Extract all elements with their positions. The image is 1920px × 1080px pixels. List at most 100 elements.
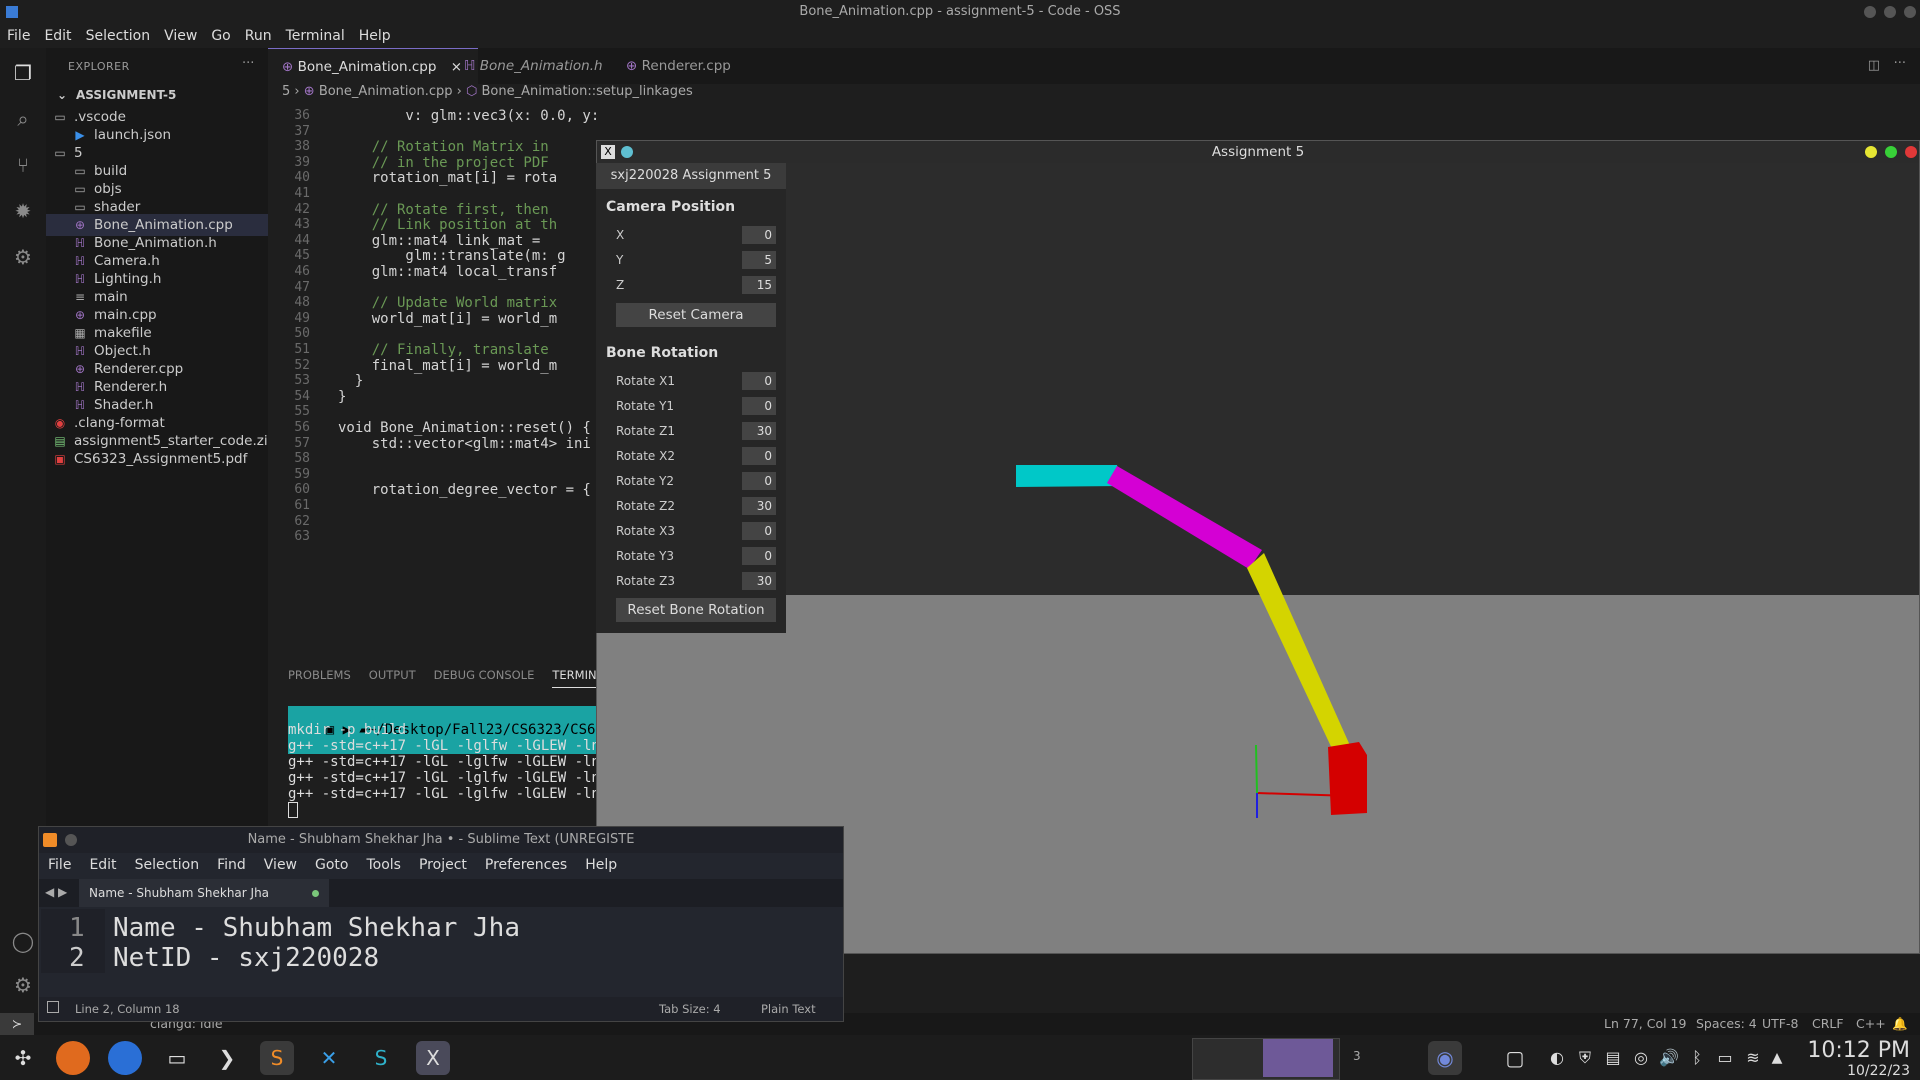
app-launcher-icon[interactable]: ✣: [6, 1041, 40, 1075]
imgui-panel-title[interactable]: sxj220028 Assignment 5: [596, 163, 786, 189]
tab-output[interactable]: OUTPUT: [369, 662, 416, 688]
search-icon[interactable]: ⌕: [10, 106, 36, 132]
debug-icon[interactable]: ✹: [10, 198, 36, 224]
menu-terminal[interactable]: Terminal: [279, 26, 352, 48]
chromium-icon[interactable]: [108, 1041, 142, 1075]
menu-view[interactable]: View: [157, 26, 204, 48]
sublime-menu-bar: File Edit Selection Find View Goto Tools…: [39, 853, 626, 877]
camera-value-input[interactable]: 15: [742, 276, 776, 294]
menu-view[interactable]: View: [255, 853, 306, 877]
sublime-taskbar-icon[interactable]: S: [260, 1041, 294, 1075]
encoding[interactable]: UTF-8: [1762, 1016, 1798, 1031]
split-editor-icon[interactable]: ◫: [1868, 58, 1880, 73]
bones-value-input[interactable]: 30: [742, 572, 776, 590]
minimize-button[interactable]: [1865, 146, 1877, 158]
menu-run[interactable]: Run: [238, 26, 279, 48]
code-editor[interactable]: 36 v: glm::vec3(x: 0.0, y: 0.0, z: 1.0))…: [268, 104, 598, 660]
terminal-line: g++ -std=c++17 -lGL -lglfw -lGLEW -lna: [288, 770, 598, 786]
close-button[interactable]: [1904, 6, 1916, 18]
source-control-icon[interactable]: ⑂: [10, 152, 36, 178]
maximize-button[interactable]: [1884, 6, 1896, 18]
terminal[interactable]: ▣ ▶ ▰~/Desktop/Fall23/CS6323/CS6323- mkd…: [268, 700, 598, 830]
menu-file[interactable]: File: [0, 26, 37, 48]
terminal-icon[interactable]: ❯: [210, 1041, 244, 1075]
camera-value-input[interactable]: 5: [742, 251, 776, 269]
tray-expand-icon[interactable]: ▲: [1760, 1041, 1794, 1075]
sublime-tab-bar: ◀ ▶ Name - Shubham Shekhar Jha: [39, 879, 843, 907]
show-desktop-icon[interactable]: ▢: [1498, 1041, 1532, 1075]
remote-icon[interactable]: ≻: [0, 1013, 34, 1035]
x-app-taskbar-icon[interactable]: X: [416, 1041, 450, 1075]
menu-selection[interactable]: Selection: [79, 26, 158, 48]
more-actions-icon[interactable]: ···: [1894, 56, 1906, 71]
sxiv-icon[interactable]: S: [364, 1041, 398, 1075]
bones-value-input[interactable]: 0: [742, 522, 776, 540]
bones-value-input[interactable]: 30: [742, 497, 776, 515]
project-root[interactable]: ⌄ ASSIGNMENT-5: [54, 84, 176, 106]
bones-value-input[interactable]: 0: [742, 472, 776, 490]
reset-camera-button[interactable]: Reset Camera: [616, 303, 776, 327]
menu-preferences[interactable]: Preferences: [476, 853, 576, 877]
menu-edit[interactable]: Edit: [37, 26, 78, 48]
tab-renderer-cpp[interactable]: ⊕ Renderer.cpp: [612, 48, 770, 84]
code-line: // Finally, translate: [338, 342, 549, 358]
tab-bone-animation-h[interactable]: ℍ Bone_Animation.h: [450, 48, 630, 84]
firefox-icon[interactable]: [56, 1041, 90, 1075]
settings-gear-icon[interactable]: ⚙: [10, 972, 36, 998]
discord-icon[interactable]: ◉: [1428, 1041, 1462, 1075]
sublime-tab[interactable]: Name - Shubham Shekhar Jha: [79, 879, 330, 907]
menu-selection[interactable]: Selection: [126, 853, 209, 877]
tree-item[interactable]: ▣ CS6323_Assignment5.pdf: [46, 448, 274, 470]
line-ending[interactable]: CRLF: [1812, 1016, 1844, 1031]
bones-value-input[interactable]: 30: [742, 422, 776, 440]
tab-terminal[interactable]: TERMIN: [552, 662, 597, 688]
menu-goto[interactable]: Goto: [306, 853, 357, 877]
line-number: 60: [294, 482, 310, 498]
menu-file[interactable]: File: [39, 853, 80, 877]
account-icon[interactable]: ◯: [10, 928, 36, 954]
close-button[interactable]: [1905, 146, 1917, 158]
bones-value-input[interactable]: 0: [742, 397, 776, 415]
syntax-mode[interactable]: Plain Text: [761, 1002, 816, 1016]
menu-help[interactable]: Help: [352, 26, 398, 48]
menu-project[interactable]: Project: [410, 853, 476, 877]
notifications-icon[interactable]: 🔔: [1892, 1016, 1908, 1032]
editor-tab-bar: ⊕ Bone_Animation.cpp × ℍ Bone_Animation.…: [268, 48, 1920, 85]
clock[interactable]: 10:12 PM 10/22/23: [1807, 1038, 1910, 1079]
maximize-button[interactable]: [1885, 146, 1897, 158]
indentation[interactable]: Spaces: 4: [1696, 1016, 1757, 1031]
menu-go[interactable]: Go: [204, 26, 237, 48]
camera-value-input[interactable]: 0: [742, 226, 776, 244]
menu-find[interactable]: Find: [208, 853, 255, 877]
vscode-taskbar-icon[interactable]: ✕: [312, 1041, 346, 1075]
workspace-pager[interactable]: 3: [1192, 1038, 1361, 1080]
menu-tools[interactable]: Tools: [357, 853, 410, 877]
bones-value-input[interactable]: 0: [742, 372, 776, 390]
gl-window-titlebar[interactable]: X Assignment 5: [597, 141, 1919, 163]
bones-value-input[interactable]: 0: [742, 547, 776, 565]
code-line: world_mat[i] = world_m: [338, 310, 558, 327]
nav-arrows-icon[interactable]: ◀ ▶: [45, 885, 67, 899]
panel-toggle-icon[interactable]: [47, 1001, 59, 1013]
file-manager-icon[interactable]: ▭: [160, 1041, 194, 1075]
minimize-button[interactable]: [1864, 6, 1876, 18]
language-mode[interactable]: C++: [1856, 1016, 1886, 1031]
cursor-position[interactable]: Ln 77, Col 19: [1604, 1016, 1686, 1031]
bones-value-input[interactable]: 0: [742, 447, 776, 465]
tab-debug-console[interactable]: DEBUG CONSOLE: [434, 662, 535, 688]
menu-help[interactable]: Help: [576, 853, 626, 877]
line-number: 49: [294, 310, 310, 326]
code-line: final_mat[i] = world_m: [338, 357, 558, 374]
active-workspace[interactable]: [1263, 1039, 1333, 1077]
explorer-icon[interactable]: ❐: [10, 60, 36, 86]
tab-bone-animation-cpp[interactable]: ⊕ Bone_Animation.cpp ×: [268, 48, 478, 85]
reset-bone-rotation-button[interactable]: Reset Bone Rotation: [616, 598, 776, 622]
sublime-titlebar[interactable]: Name - Shubham Shekhar Jha • - Sublime T…: [39, 827, 843, 853]
sublime-text-line-1: Name - Shubham Shekhar Jha: [113, 913, 520, 943]
terminal-line: g++ -std=c++17 -lGL -lglfw -lGLEW -lna: [288, 786, 598, 802]
extensions-icon[interactable]: ⚙: [10, 244, 36, 270]
menu-edit[interactable]: Edit: [80, 853, 125, 877]
more-actions-icon[interactable]: ···: [242, 56, 254, 71]
tab-size[interactable]: Tab Size: 4: [659, 1002, 721, 1016]
tab-problems[interactable]: PROBLEMS: [288, 662, 351, 688]
